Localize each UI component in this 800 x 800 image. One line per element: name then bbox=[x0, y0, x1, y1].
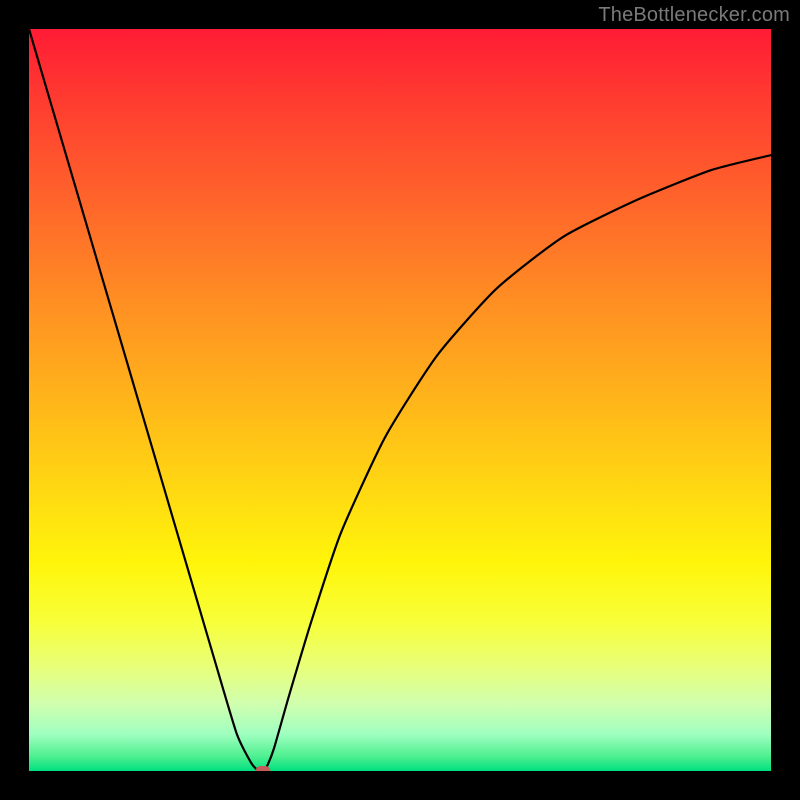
attribution-text: TheBottlenecker.com bbox=[598, 4, 790, 27]
plot-area bbox=[29, 29, 771, 771]
bottleneck-curve bbox=[29, 29, 771, 771]
chart-frame: TheBottlenecker.com bbox=[0, 0, 800, 800]
optimal-point-marker bbox=[255, 766, 270, 771]
